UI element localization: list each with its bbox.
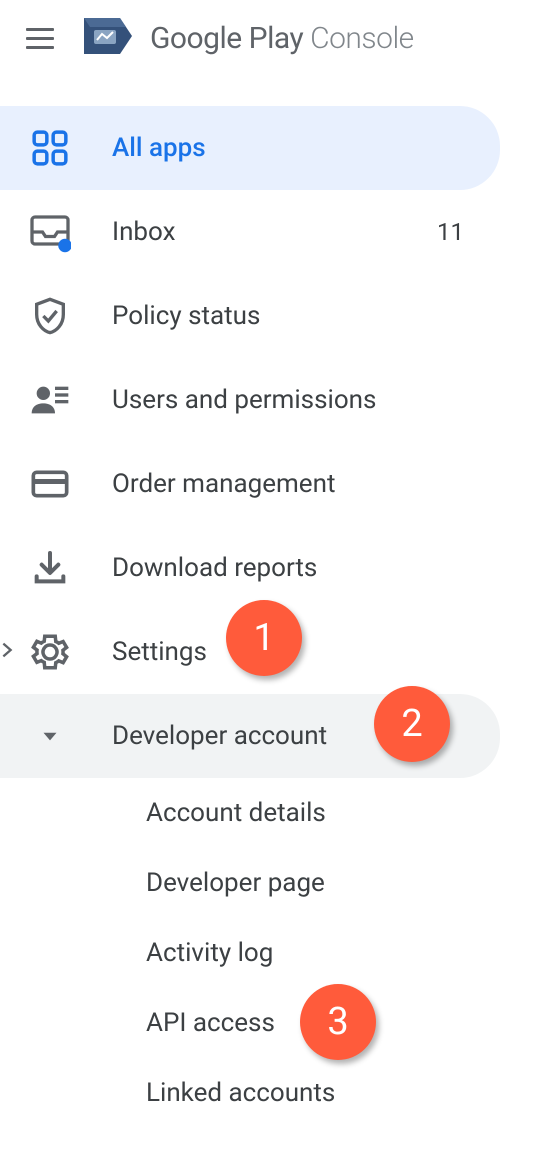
- annotation-2: 2: [374, 686, 450, 762]
- nav-item-inbox[interactable]: Inbox 11: [0, 190, 500, 274]
- play-console-logo-icon: [80, 12, 136, 64]
- nav-label-linked-accounts: Linked accounts: [146, 1078, 508, 1108]
- nav-item-users-permissions[interactable]: Users and permissions: [0, 358, 500, 442]
- nav-item-order-management[interactable]: Order management: [0, 442, 500, 526]
- nav-label-users: Users and permissions: [112, 385, 472, 415]
- nav-item-developer-account[interactable]: Developer account 2: [0, 694, 500, 778]
- nav-label-inbox: Inbox: [112, 217, 397, 247]
- nav-item-policy-status[interactable]: Policy status: [0, 274, 500, 358]
- hamburger-menu-button[interactable]: [20, 18, 60, 58]
- apps-grid-icon: [28, 126, 72, 170]
- annotation-3: 3: [300, 984, 376, 1060]
- nav-label-all-apps: All apps: [112, 133, 472, 163]
- nav-label-orders: Order management: [112, 469, 472, 499]
- logo-brand-secondary: Console: [310, 21, 414, 56]
- nav-item-download-reports[interactable]: Download reports: [0, 526, 500, 610]
- nav-sub-account-details[interactable]: Account details: [0, 778, 536, 848]
- nav-label-policy: Policy status: [112, 301, 472, 331]
- inbox-count-badge: 11: [437, 218, 464, 246]
- nav-item-all-apps[interactable]: All apps: [0, 106, 500, 190]
- nav-sub-activity-log[interactable]: Activity log: [0, 918, 536, 988]
- nav-sub-developer-page[interactable]: Developer page: [0, 848, 536, 918]
- logo-text: Google Play Console: [150, 21, 414, 56]
- app-header: Google Play Console: [0, 0, 536, 76]
- logo-brand-primary: Google Play: [150, 21, 303, 56]
- caret-down-icon: [28, 714, 72, 758]
- nav-label-account-details: Account details: [146, 798, 508, 828]
- shield-check-icon: [28, 294, 72, 338]
- credit-card-icon: [28, 462, 72, 506]
- sidebar-nav: All apps Inbox 11 Policy status: [0, 106, 536, 1128]
- nav-item-settings[interactable]: Settings 1: [0, 610, 500, 694]
- nav-sub-linked-accounts[interactable]: Linked accounts: [0, 1058, 536, 1128]
- logo[interactable]: Google Play Console: [80, 12, 414, 64]
- nav-label-developer-page: Developer page: [146, 868, 508, 898]
- annotation-1: 1: [226, 600, 302, 676]
- nav-sub-api-access[interactable]: API access 3: [0, 988, 536, 1058]
- nav-label-activity-log: Activity log: [146, 938, 508, 968]
- download-icon: [28, 546, 72, 590]
- chevron-right-icon: [0, 639, 18, 665]
- inbox-icon: [28, 210, 72, 254]
- nav-label-downloads: Download reports: [112, 553, 472, 583]
- users-icon: [28, 378, 72, 422]
- gear-icon: [28, 630, 72, 674]
